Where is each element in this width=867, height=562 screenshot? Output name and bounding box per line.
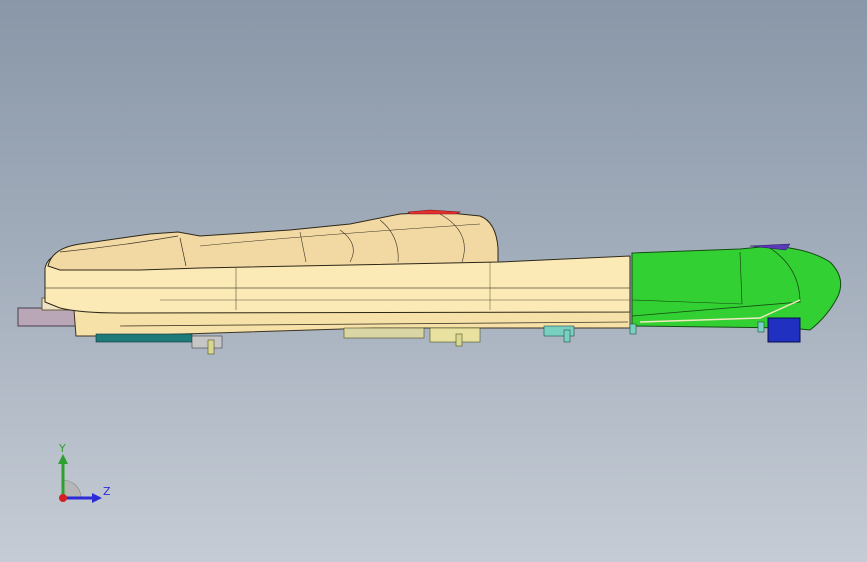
green-lamp-head [631, 245, 842, 331]
upper-cover [47, 211, 499, 271]
connector-box [767, 317, 801, 343]
origin-marker [59, 494, 67, 502]
coordinate-triad: Y Z [50, 440, 120, 510]
z-axis-label: Z [103, 485, 111, 498]
y-axis-label: Y [59, 442, 66, 455]
left-end-plate [17, 307, 81, 327]
3d-model-view[interactable] [0, 0, 867, 562]
cad-viewport[interactable]: Y Z [0, 0, 867, 562]
